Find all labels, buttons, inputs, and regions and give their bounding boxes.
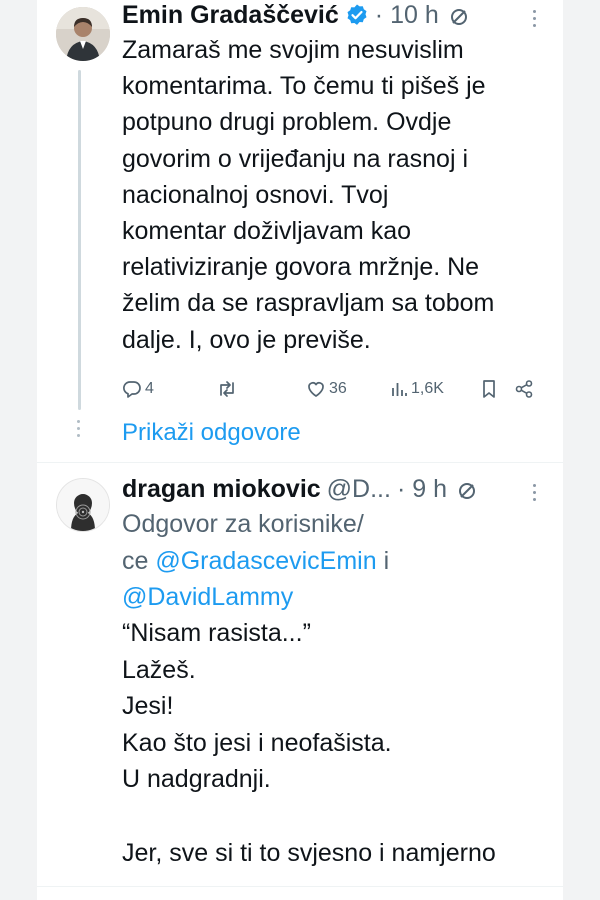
text-line: nacionalnoj osnovi. Tvoj — [122, 180, 389, 209]
views-button[interactable]: 1,6K — [390, 376, 444, 402]
thread-line — [78, 70, 81, 410]
tweet-text: “Nisam rasista...” Lažeš. Jesi! Kao što … — [122, 615, 552, 871]
muted-conversation-icon — [457, 479, 477, 499]
repost-icon — [220, 381, 234, 397]
reply-to-prefix: ce — [122, 546, 156, 575]
verified-badge-icon — [345, 3, 369, 27]
timestamp[interactable]: · 10 h — [375, 1, 439, 30]
avatar[interactable] — [56, 478, 110, 532]
text-line: relativiziranje govora mržnje. Ne — [122, 253, 480, 282]
text-line: govorim o vrijeđanju na rasnoj i — [122, 144, 469, 173]
text-line: želim da se raspravljam sa tobom — [122, 289, 495, 318]
text-line: potpuno drugi problem. Ovdje — [122, 108, 452, 137]
view-count: 1,6K — [411, 380, 444, 397]
heart-icon — [308, 382, 324, 397]
reply-count: 4 — [145, 380, 154, 397]
bookmark-button[interactable] — [480, 376, 498, 402]
mention-link[interactable]: @GradascevicEmin — [155, 547, 376, 575]
divider — [37, 462, 563, 463]
repost-button[interactable] — [216, 376, 238, 402]
conversation: Emin Gradaščević · 10 h Zamaraš me svoji… — [37, 0, 563, 900]
avatar[interactable] — [56, 7, 110, 61]
tweet-header: Emin Gradaščević · 10 h — [122, 0, 469, 30]
left-margin — [0, 0, 37, 900]
bookmark-icon — [483, 380, 495, 398]
reply-to-conjunction: i — [376, 546, 390, 575]
tweet-text: Zamaraš me svojim nesuvislim komentarima… — [122, 32, 552, 358]
reply-icon — [123, 381, 141, 398]
text-line: komentar doživljavam kao — [122, 217, 412, 246]
text-line: Kao što jesi i neofašista. — [122, 728, 392, 757]
text-line: komentarima. To čemu ti pišeš je — [122, 72, 486, 101]
author-name[interactable]: Emin Gradaščević — [122, 1, 339, 30]
text-line: Lažeš. — [122, 655, 196, 684]
share-button[interactable] — [514, 376, 534, 402]
share-icon — [515, 380, 533, 398]
reply-to-line: ce @GradascevicEmin i — [122, 543, 542, 580]
text-line: U nadgradnji. — [122, 765, 271, 794]
text-line: Jer, sve si ti to svjesno i namjerno — [122, 838, 496, 867]
more-options-icon[interactable] — [533, 484, 539, 505]
right-margin — [563, 0, 600, 900]
muted-conversation-icon — [449, 5, 469, 25]
text-line: Zamaraš me svojim nesuvislim — [122, 36, 464, 64]
views-icon — [392, 383, 407, 396]
show-replies-link[interactable]: Prikaži odgovore — [122, 419, 301, 447]
text-line: dalje. I, ovo je previše. — [122, 325, 371, 354]
tweet-actions: 4 36 1,6K — [122, 376, 542, 402]
reply-to-label: Odgovor za korisnike/ — [122, 510, 364, 538]
thread-dots — [77, 420, 81, 441]
author-handle[interactable]: @D... — [327, 475, 391, 504]
like-button[interactable]: 36 — [306, 376, 347, 402]
text-line: “Nisam rasista...” — [122, 619, 311, 647]
mention-link[interactable]: @DavidLammy — [122, 583, 293, 611]
reply-button[interactable]: 4 — [122, 376, 154, 402]
tweet-header: dragan miokovic @D... · 9 h — [122, 474, 477, 504]
like-count: 36 — [329, 380, 347, 397]
timestamp[interactable]: · 9 h — [397, 475, 447, 504]
author-name[interactable]: dragan miokovic — [122, 475, 321, 504]
divider — [37, 886, 563, 887]
more-options-icon[interactable] — [533, 10, 539, 31]
text-line: Jesi! — [122, 692, 174, 721]
replying-to: Odgovor za korisnike/ ce @GradascevicEmi… — [122, 506, 542, 616]
